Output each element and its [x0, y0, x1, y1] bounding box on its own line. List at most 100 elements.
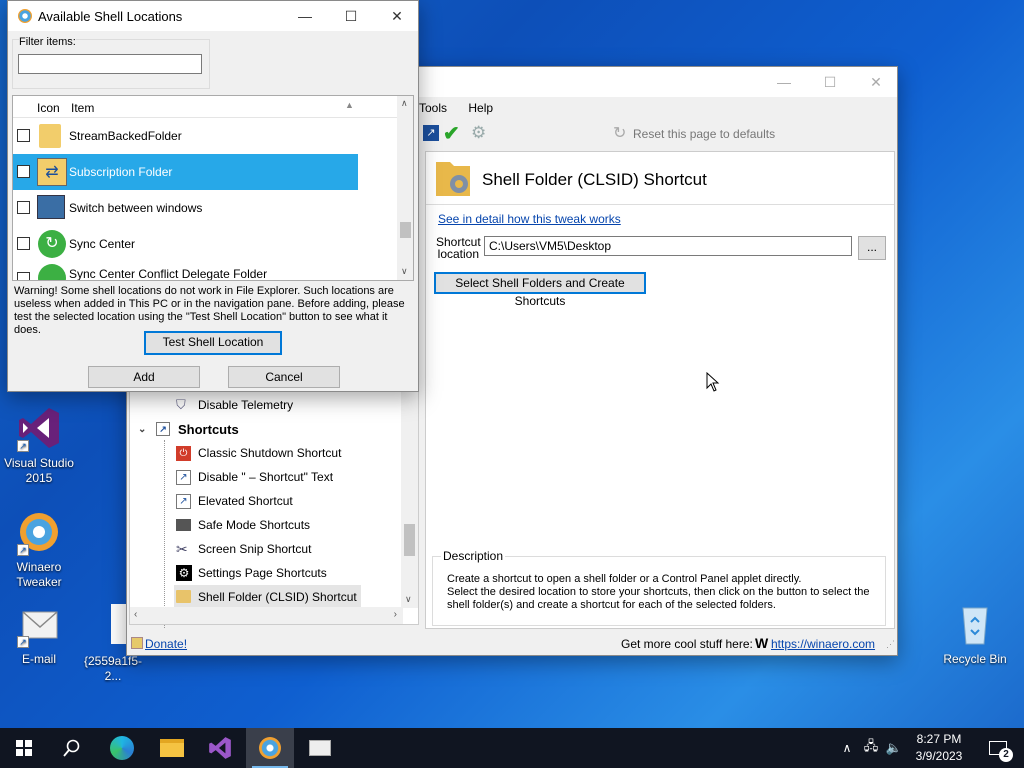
desktop-icon-winaero-tweaker[interactable]: ↗ Winaero Tweaker	[4, 508, 74, 590]
tree-item[interactable]: Safe Mode Shortcuts	[176, 514, 310, 536]
tree-item-label: Elevated Shortcut	[198, 494, 293, 508]
mail-envelope-icon: ↗	[15, 600, 63, 648]
item-checkbox[interactable]	[17, 129, 30, 142]
scroll-right-icon[interactable]: ›	[394, 609, 397, 620]
tree-item[interactable]: ↗ Elevated Shortcut	[176, 490, 293, 512]
reset-icon[interactable]: ↻	[613, 123, 626, 143]
item-checkbox[interactable]	[17, 272, 30, 280]
scroll-up-icon[interactable]: ∧	[401, 98, 408, 109]
start-button[interactable]	[0, 728, 48, 768]
menu-tools[interactable]: Tools	[419, 101, 447, 115]
resize-grip-icon[interactable]: ⋰	[886, 639, 895, 650]
shield-icon: ⛉	[176, 397, 186, 412]
tree-horizontal-scrollbar[interactable]: ‹ ›	[130, 607, 403, 624]
shell-locations-dialog: Available Shell Locations — ☐ ✕ Filter i…	[7, 0, 419, 392]
chevron-down-icon[interactable]: ⌄	[138, 424, 152, 435]
tree-category-label: Shortcuts	[178, 421, 239, 437]
gear-icon[interactable]: ⚙	[471, 123, 486, 143]
tree-item-label: Shell Folder (CLSID) Shortcut	[198, 589, 357, 604]
tree-category-shortcuts[interactable]: ⌄ ↗ Shortcuts	[138, 418, 239, 440]
desktop-icon-label: E-mail	[21, 652, 56, 666]
list-item-selected[interactable]: ⇄ Subscription Folder	[13, 154, 358, 190]
network-icon: 🖧	[863, 738, 879, 753]
tree-item[interactable]: ⏻ Classic Shutdown Shortcut	[176, 442, 341, 464]
browse-button[interactable]: ...	[858, 236, 886, 260]
column-header-icon[interactable]: Icon	[37, 101, 60, 115]
tree-item-selected[interactable]: Shell Folder (CLSID) Shortcut	[174, 585, 361, 608]
sync-center-icon: ↻	[38, 230, 66, 258]
menu-help[interactable]: Help	[468, 101, 493, 115]
search-button[interactable]	[48, 728, 96, 768]
folder-gear-icon	[176, 590, 191, 603]
filter-input[interactable]	[18, 54, 202, 74]
scroll-down-icon[interactable]: ∨	[401, 266, 408, 277]
donate-link[interactable]: Donate!	[145, 637, 187, 651]
list-item[interactable]: StreamBackedFolder	[13, 118, 358, 154]
close-button[interactable]: ✕	[853, 67, 899, 97]
donate-icon	[131, 637, 143, 649]
edge-icon	[110, 736, 134, 760]
minimize-button[interactable]: —	[761, 67, 807, 97]
create-shortcuts-button[interactable]: Select Shell Folders and Create Shortcut…	[434, 272, 646, 308]
shortcut-location-field[interactable]: C:\Users\VM5\Desktop	[484, 236, 852, 256]
shield-shortcut-icon: ↗	[176, 493, 191, 509]
detail-link[interactable]: See in detail how this tweak works	[438, 212, 621, 226]
test-shell-location-button[interactable]: Test Shell Location	[144, 331, 282, 355]
tree-item[interactable]: ⚙ Settings Page Shortcuts	[176, 562, 327, 584]
warning-text: Warning! Some shell locations do not wor…	[14, 285, 405, 336]
tree-item-label: Screen Snip Shortcut	[198, 542, 312, 556]
taskbar-file-explorer[interactable]	[148, 728, 196, 768]
scrollbar-thumb[interactable]	[400, 222, 411, 238]
tree-guideline	[164, 440, 165, 628]
clock-time: 8:27 PM	[916, 732, 962, 746]
list-item[interactable]: ↻ Sync Center	[13, 226, 358, 262]
volume-tray[interactable]: 🔈	[883, 728, 905, 768]
item-label: Subscription Folder	[69, 165, 173, 179]
shortcut-location-label: Shortcut location	[436, 236, 481, 260]
list-item[interactable]: Switch between windows	[13, 190, 358, 226]
scrollbar-thumb[interactable]	[404, 524, 415, 556]
desktop-icon-visual-studio[interactable]: ↗ Visual Studio 2015	[4, 404, 74, 486]
shortcut-arrow-icon: ↗	[17, 636, 29, 648]
scroll-left-icon[interactable]: ‹	[134, 609, 137, 620]
shortcut-arrow-icon[interactable]: ↗	[423, 125, 439, 141]
list-item[interactable]: Sync Center Conflict Delegate Folder	[13, 262, 358, 280]
item-label: StreamBackedFolder	[69, 129, 182, 143]
clock[interactable]: 8:27 PM 3/9/2023	[910, 731, 968, 765]
page-title: Shell Folder (CLSID) Shortcut	[482, 170, 707, 189]
winaero-tweaker-icon: ↗	[15, 508, 63, 556]
tree-item-label: Settings Page Shortcuts	[198, 566, 327, 580]
tree-item-label: Classic Shutdown Shortcut	[198, 446, 342, 460]
item-checkbox[interactable]	[17, 237, 30, 250]
shortcut-arrow-icon: ↗	[156, 422, 170, 436]
desktop-icon-recycle-bin[interactable]: Recycle Bin	[940, 600, 1010, 667]
close-button[interactable]: ✕	[374, 1, 420, 31]
minimize-button[interactable]: —	[282, 1, 328, 31]
item-checkbox[interactable]	[17, 165, 30, 178]
taskbar-edge[interactable]	[98, 728, 146, 768]
winaero-url-link[interactable]: https://winaero.com	[771, 637, 875, 651]
show-hidden-icons[interactable]: ∧	[836, 728, 858, 768]
tree-item[interactable]: ↗ Disable " – Shortcut" Text	[176, 466, 333, 488]
tree-item[interactable]: ⛉ Disable Telemetry	[176, 394, 293, 416]
taskbar-mail[interactable]	[296, 728, 344, 768]
add-button[interactable]: Add	[88, 366, 200, 388]
taskbar-visual-studio[interactable]	[196, 728, 244, 768]
scroll-down-icon[interactable]: ∨	[405, 594, 412, 605]
maximize-button[interactable]: ☐	[807, 67, 853, 97]
dialog-title-bar: Available Shell Locations — ☐ ✕	[8, 1, 418, 31]
reset-page-label[interactable]: Reset this page to defaults	[633, 127, 775, 141]
network-tray[interactable]: 🖧	[860, 728, 882, 768]
checkmark-icon[interactable]: ✔	[443, 121, 460, 146]
cancel-button[interactable]: Cancel	[228, 366, 340, 388]
desktop-icon-email[interactable]: ↗ E-mail	[4, 600, 74, 667]
taskbar-winaero-tweaker[interactable]	[246, 728, 294, 768]
description-title: Description	[441, 549, 506, 563]
maximize-button[interactable]: ☐	[328, 1, 374, 31]
list-vertical-scrollbar[interactable]: ∧ ∨	[397, 96, 413, 280]
shortcut-arrow-icon: ↗	[17, 440, 29, 452]
action-center-button[interactable]: 2	[978, 728, 1018, 768]
column-header-item[interactable]: Item	[71, 101, 94, 115]
item-checkbox[interactable]	[17, 201, 30, 214]
tree-item[interactable]: ✂ Screen Snip Shortcut	[176, 538, 311, 560]
